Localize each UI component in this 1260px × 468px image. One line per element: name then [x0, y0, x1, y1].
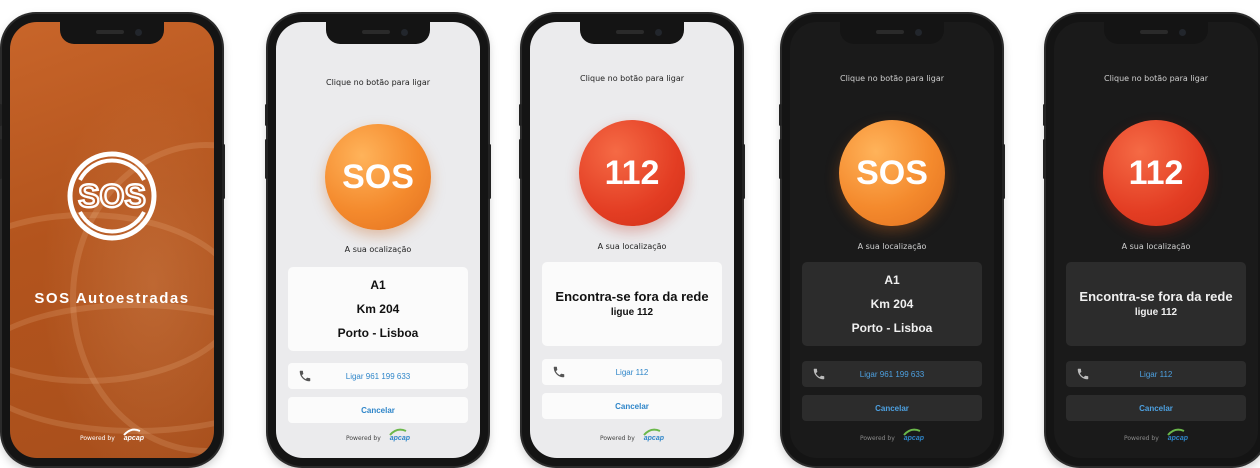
sos-logo-icon: SOS [66, 150, 158, 246]
call-screen-light-112: Clique no botão para ligar 112 A sua loc… [530, 22, 734, 458]
apcap-logo-icon: apcap [641, 428, 664, 442]
powered-by: Powered by apcap [1054, 428, 1258, 442]
cancel-button[interactable]: Cancelar [1066, 395, 1246, 421]
location-card: A1 Km 204 Porto - Lisboa [802, 262, 982, 346]
cancel-button[interactable]: Cancelar [288, 397, 468, 423]
powered-by: Powered by apcap [530, 428, 734, 442]
call-112-label: Ligar 112 [1139, 369, 1173, 379]
call-number-label: Ligar 961 199 633 [859, 369, 925, 379]
out-of-network-subtitle: ligue 112 [1134, 307, 1178, 318]
call-number-label: Ligar 961 199 633 [345, 371, 411, 381]
call-112-label: Ligar 112 [615, 367, 649, 377]
powered-by: Powered by apcap [10, 428, 214, 442]
sos-call-button[interactable]: SOS [325, 124, 431, 230]
phone-icon [552, 365, 566, 381]
location-label: A sua localização [1121, 242, 1191, 251]
out-of-network-card: Encontra-se fora da rede ligue 112 [1066, 262, 1246, 346]
svg-text:SOS: SOS [78, 178, 146, 214]
call-number-button[interactable]: Ligar 961 199 633 [288, 363, 468, 389]
phone-frame-light-112: Clique no botão para ligar 112 A sua loc… [519, 14, 745, 466]
out-of-network-card: Encontra-se fora da rede ligue 112 [542, 262, 722, 346]
location-route: Porto - Lisboa [851, 321, 933, 335]
location-road: A1 [884, 273, 900, 287]
instruction-text: Clique no botão para ligar [579, 74, 685, 83]
notch [60, 22, 164, 44]
instruction-text: Clique no botão para ligar [325, 78, 431, 87]
powered-by-label: Powered by [859, 435, 895, 442]
out-of-network-title: Encontra-se fora da rede [1079, 289, 1233, 304]
powered-by-label: Powered by [599, 435, 635, 442]
call-112-button[interactable]: Ligar 112 [542, 359, 722, 385]
notch [580, 22, 684, 44]
powered-by-label: Powered by [345, 435, 381, 442]
out-of-network-subtitle: ligue 112 [610, 307, 654, 318]
call-112-button[interactable]: Ligar 112 [1066, 361, 1246, 387]
apcap-logo-icon: apcap [901, 428, 924, 442]
location-road: A1 [370, 278, 386, 292]
cancel-button[interactable]: Cancelar [542, 393, 722, 419]
location-km: Km 204 [870, 297, 914, 311]
emergency-112-button[interactable]: 112 [1103, 120, 1209, 226]
call-screen-dark-sos: Clique no botão para ligar SOS A sua loc… [790, 22, 994, 458]
notch [840, 22, 944, 44]
powered-by: Powered by apcap [790, 428, 994, 442]
powered-by: Powered by apcap [276, 428, 480, 442]
notch [326, 22, 430, 44]
apcap-logo-icon: apcap [1165, 428, 1188, 442]
cancel-button[interactable]: Cancelar [802, 395, 982, 421]
location-label: A sua localização [597, 242, 667, 251]
sos-call-button[interactable]: SOS [839, 120, 945, 226]
instruction-text: Clique no botão para ligar [1103, 74, 1209, 83]
apcap-logo-icon: apcap [387, 428, 410, 442]
apcap-logo-icon: apcap [121, 428, 144, 442]
location-route: Porto - Lisboa [337, 326, 419, 340]
call-screen-light-sos: Clique no botão para ligar SOS A sua oca… [276, 22, 480, 458]
app-title: SOS Autoestradas [34, 290, 190, 307]
call-number-button[interactable]: Ligar 961 199 633 [802, 361, 982, 387]
notch [1104, 22, 1208, 44]
emergency-112-button[interactable]: 112 [579, 120, 685, 226]
phone-frame-splash: SOS SOS Autoestradas Powered by apcap [0, 14, 225, 466]
location-label: A sua localização [857, 242, 927, 251]
splash-screen: SOS SOS Autoestradas Powered by apcap [10, 22, 214, 458]
phone-icon [298, 369, 312, 385]
out-of-network-title: Encontra-se fora da rede [555, 289, 709, 304]
instruction-text: Clique no botão para ligar [839, 74, 945, 83]
phone-frame-light-sos: Clique no botão para ligar SOS A sua oca… [265, 14, 491, 466]
location-km: Km 204 [356, 302, 400, 316]
location-card: A1 Km 204 Porto - Lisboa [288, 267, 468, 351]
powered-by-label: Powered by [79, 435, 115, 442]
powered-by-label: Powered by [1123, 435, 1159, 442]
location-label: A sua ocalização [344, 245, 412, 254]
call-screen-dark-112: Clique no botão para ligar 112 A sua loc… [1054, 22, 1258, 458]
phone-frame-dark-112: Clique no botão para ligar 112 A sua loc… [1043, 14, 1260, 466]
phone-icon [812, 367, 826, 383]
phone-icon [1076, 367, 1090, 383]
phone-frame-dark-sos: Clique no botão para ligar SOS A sua loc… [779, 14, 1005, 466]
